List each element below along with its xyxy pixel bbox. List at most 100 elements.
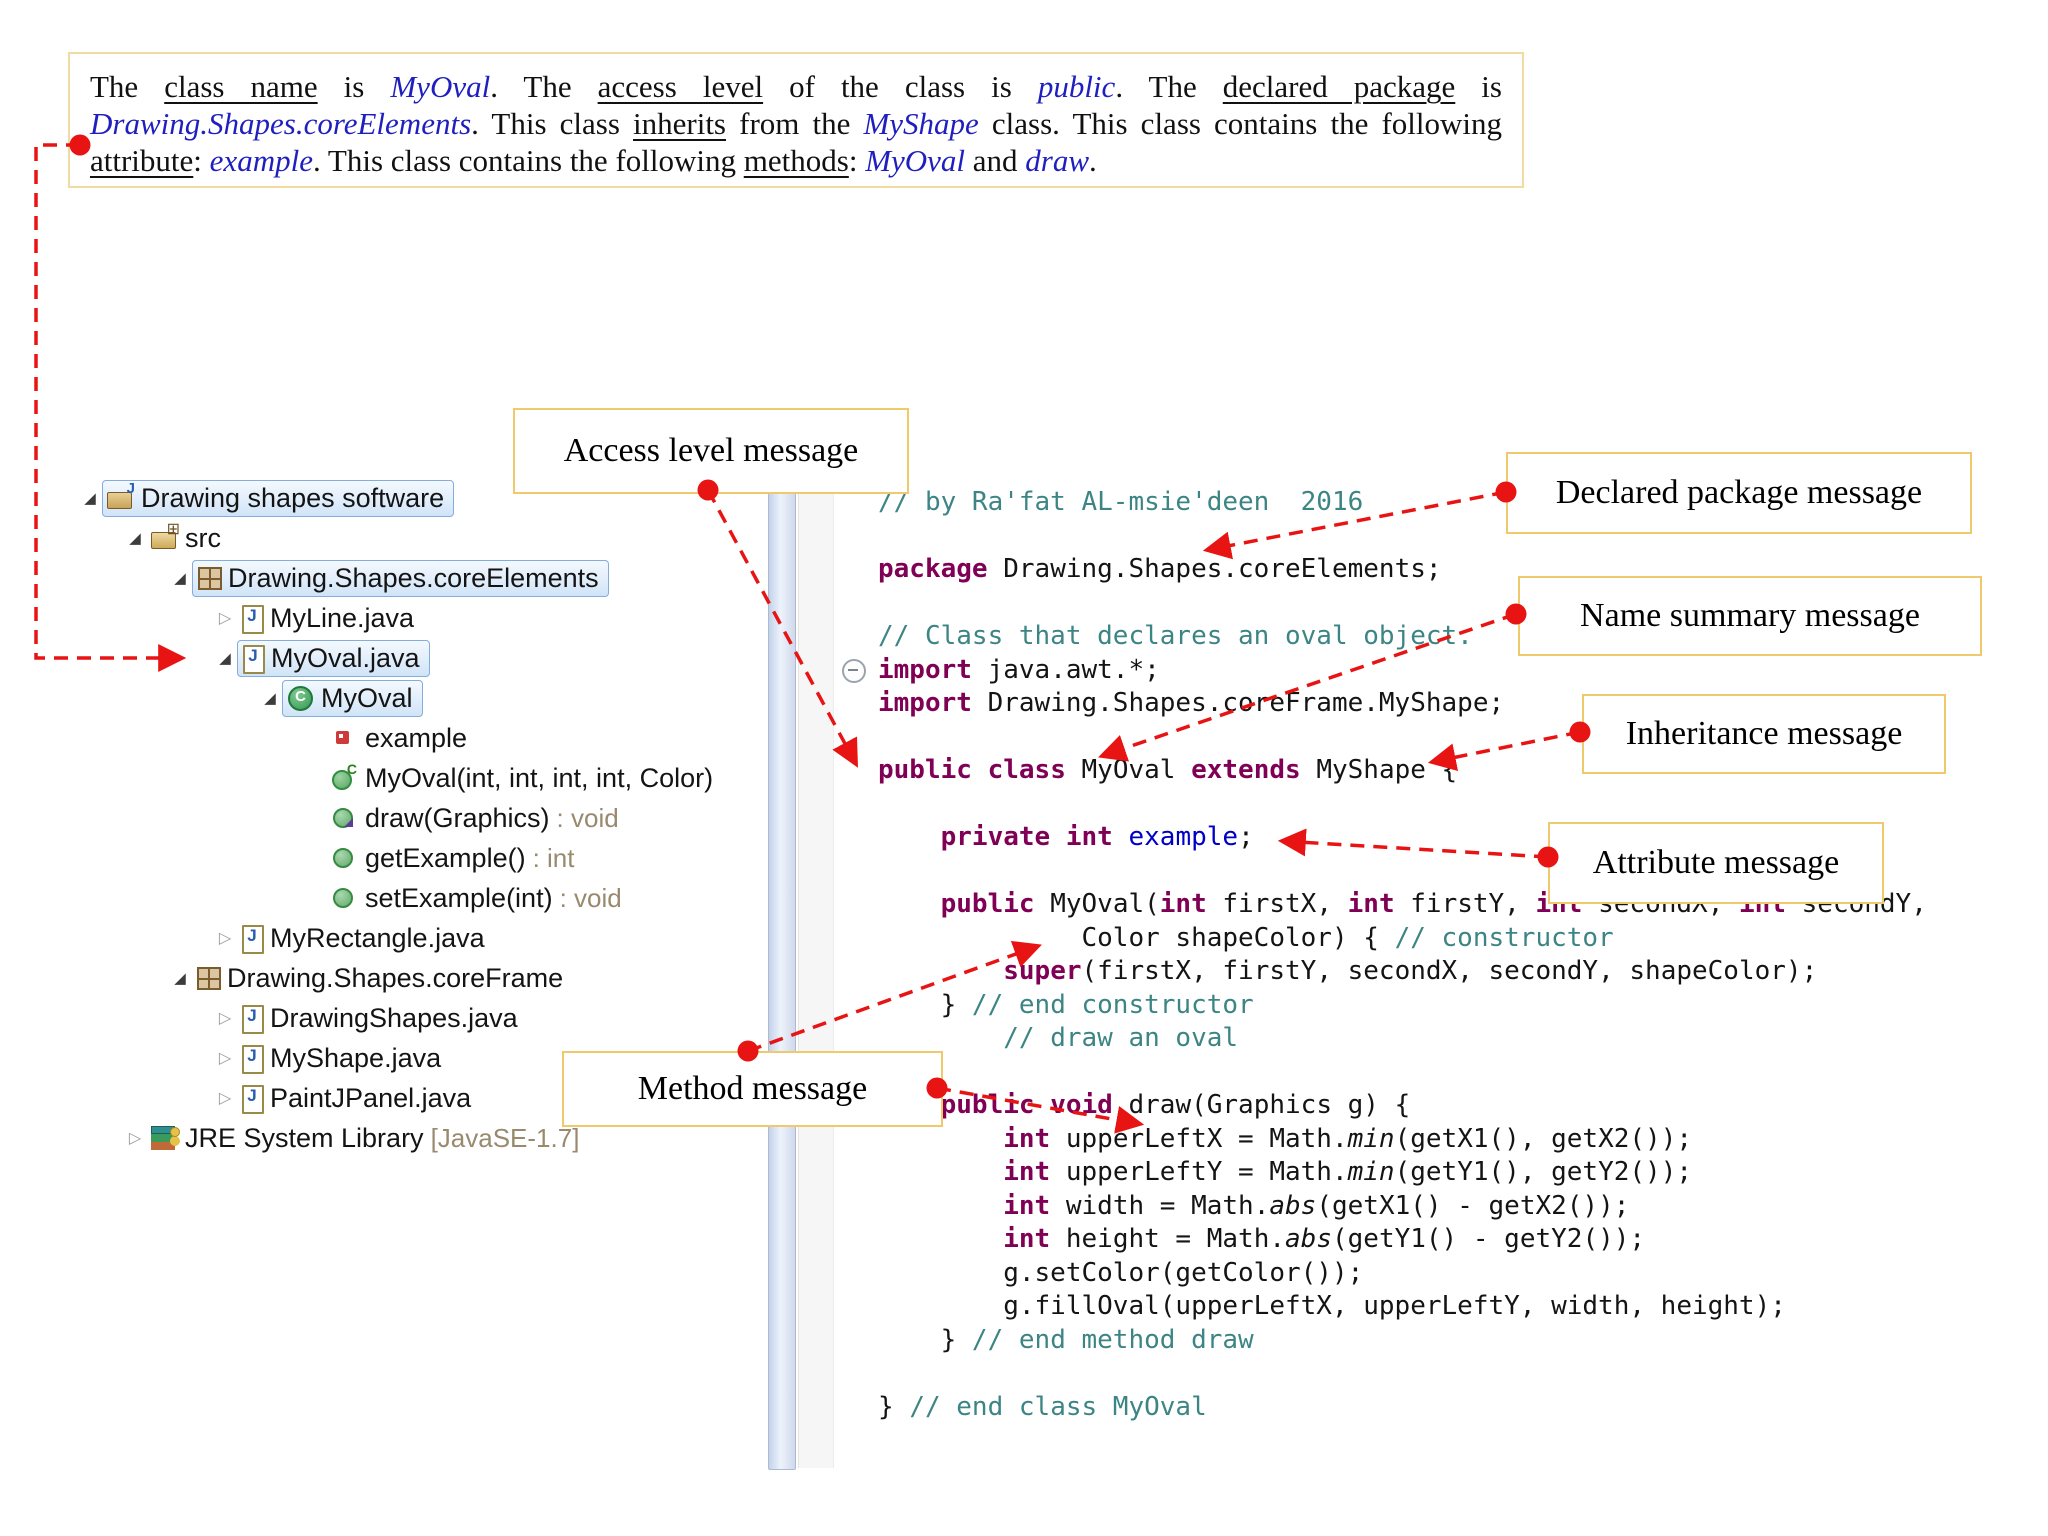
- code-token: min: [1347, 1157, 1395, 1187]
- code-token: abs: [1285, 1224, 1332, 1254]
- code-line: int upperLeftX = Math.min(getX1(), getX2…: [878, 1123, 1927, 1157]
- summary-text-segment: declared package: [1222, 69, 1456, 104]
- expander-icon[interactable]: ▷: [213, 1088, 237, 1108]
- callout-attribute: Attribute message: [1548, 822, 1884, 904]
- tree-item-setexample-int[interactable]: setExample(int) : void: [303, 878, 722, 918]
- tree-item-myoval-int-int-int-int-color[interactable]: MyOval(int, int, int, int, Color): [303, 758, 722, 798]
- expander-icon[interactable]: ◢: [168, 969, 192, 987]
- code-token: g.fillOval(upperLeftX, upperLeftY, width…: [878, 1291, 1786, 1321]
- code-token: }: [878, 1391, 910, 1422]
- expander-icon[interactable]: ◢: [213, 649, 237, 667]
- summary-text-segment: :: [193, 143, 210, 178]
- tree-item-drawing-shapes-coreelements[interactable]: ◢ Drawing.Shapes.coreElements: [168, 558, 722, 598]
- override-method-icon: [331, 804, 358, 832]
- expander-icon[interactable]: ◢: [258, 689, 282, 707]
- tree-item-label: MyOval(int, int, int, int, Color): [365, 762, 714, 793]
- summary-text-segment: attribute: [90, 143, 194, 178]
- method-icon: [331, 844, 358, 872]
- tree-item-getexample[interactable]: getExample() : int: [303, 838, 722, 878]
- tree-item-example[interactable]: example: [303, 718, 722, 758]
- code-token: // end method draw: [971, 1324, 1254, 1355]
- expander-icon[interactable]: ▷: [213, 1008, 237, 1028]
- expander-icon[interactable]: ◢: [123, 529, 147, 547]
- tree-item-label: Drawing shapes software: [141, 482, 445, 513]
- code-token: (firstX, firstY, secondX, secondY, shape…: [1081, 956, 1818, 986]
- expander-icon[interactable]: ▷: [213, 928, 237, 948]
- summary-text-segment: class name: [164, 69, 318, 104]
- tree-item-draw-graphics[interactable]: draw(Graphics) : void: [303, 798, 722, 838]
- tree-item-label: Drawing.Shapes.coreFrame: [227, 962, 564, 993]
- summary-text-segment: is: [317, 69, 391, 104]
- java-file-icon: [242, 644, 265, 674]
- callout-access-level: Access level message: [513, 408, 909, 494]
- expander-icon[interactable]: ◢: [78, 489, 102, 507]
- tree-item-label: PaintJPanel.java: [270, 1082, 472, 1113]
- summary-text-segment: MyOval: [390, 69, 491, 104]
- item-content: MyRectangle.java: [237, 921, 494, 956]
- code-token: width = Math.: [1050, 1190, 1270, 1221]
- tree-item-drawing-shapes-coreframe[interactable]: ◢ Drawing.Shapes.coreFrame: [168, 958, 722, 998]
- java-file-icon: [241, 1044, 264, 1074]
- code-token: draw(Graphics g) {: [1112, 1090, 1411, 1120]
- editor-gutter: [798, 468, 834, 1468]
- tree-item-label: MyShape.java: [270, 1042, 442, 1073]
- expander-icon[interactable]: ▷: [213, 608, 237, 628]
- figure-canvas: The class name is MyOval. The access lev…: [0, 0, 2048, 1536]
- code-token: (getX1(), getX2());: [1394, 1123, 1693, 1154]
- editor-scrollbar[interactable]: [768, 468, 796, 1470]
- code-token: Color shapeColor) {: [878, 922, 1395, 953]
- java-file-icon: [241, 1084, 264, 1114]
- expander-icon[interactable]: ▷: [123, 1128, 147, 1148]
- code-token: // Class that declares an oval object.: [878, 621, 1473, 651]
- summary-text-segment: The: [90, 69, 165, 104]
- expander-icon[interactable]: ◢: [168, 569, 192, 587]
- summary-text-segment: . The: [490, 69, 598, 104]
- tree-item-src[interactable]: ◢ src: [123, 518, 722, 558]
- code-line: public void draw(Graphics g) {: [878, 1089, 1927, 1123]
- code-line: } // end method draw: [878, 1324, 1927, 1358]
- tree-item-myoval[interactable]: ◢ MyOval: [258, 678, 722, 718]
- package-icon: [196, 964, 221, 992]
- code-token: }: [878, 1324, 972, 1355]
- tree-item-label: draw(Graphics): [365, 802, 550, 833]
- summary-text-segment: example: [209, 143, 313, 178]
- fold-collapse-icon[interactable]: [842, 659, 866, 684]
- code-token: // end class MyOval: [909, 1391, 1207, 1422]
- summary-text-segment: public: [1037, 69, 1116, 104]
- callout-name-summary: Name summary message: [1518, 576, 1982, 656]
- expander-icon[interactable]: ▷: [213, 1048, 237, 1068]
- item-content: MyLine.java: [237, 601, 423, 636]
- code-token: int: [1159, 889, 1207, 919]
- code-line: int upperLeftY = Math.min(getY1(), getY2…: [878, 1156, 1927, 1190]
- tree-item-drawingshapes-java[interactable]: ▷ DrawingShapes.java: [213, 998, 722, 1038]
- class-summary-box: The class name is MyOval. The access lev…: [68, 52, 1524, 188]
- item-content: MyShape.java: [237, 1041, 450, 1076]
- code-token: height = Math.: [1050, 1224, 1286, 1254]
- item-content: setExample(int) : void: [327, 881, 631, 916]
- code-token: java.awt.*;: [971, 654, 1160, 685]
- item-content: getExample() : int: [327, 841, 584, 876]
- code-token: upperLeftX = Math.: [1050, 1123, 1348, 1154]
- item-content: PaintJPanel.java: [237, 1081, 480, 1116]
- summary-text-segment: MyShape: [863, 106, 979, 141]
- tree-item-label: example: [365, 722, 468, 753]
- summary-text-segment: and: [965, 143, 1026, 178]
- code-token: Drawing.Shapes.coreFrame.MyShape;: [971, 688, 1505, 718]
- code-token: MyOval(: [1034, 889, 1160, 919]
- code-token: ;: [1238, 822, 1254, 852]
- callout-inheritance: Inheritance message: [1582, 694, 1946, 774]
- tree-item-decorator: : void: [556, 802, 619, 833]
- tree-item-myoval-java[interactable]: ◢ MyOval.java: [213, 638, 722, 678]
- code-token: package: [878, 554, 988, 584]
- tree-item-label: MyOval.java: [271, 642, 420, 673]
- tree-item-myrectangle-java[interactable]: ▷ MyRectangle.java: [213, 918, 722, 958]
- summary-text-segment: of the class is: [763, 69, 1038, 104]
- code-token: private: [940, 822, 1051, 852]
- tree-item-myline-java[interactable]: ▷ MyLine.java: [213, 598, 722, 638]
